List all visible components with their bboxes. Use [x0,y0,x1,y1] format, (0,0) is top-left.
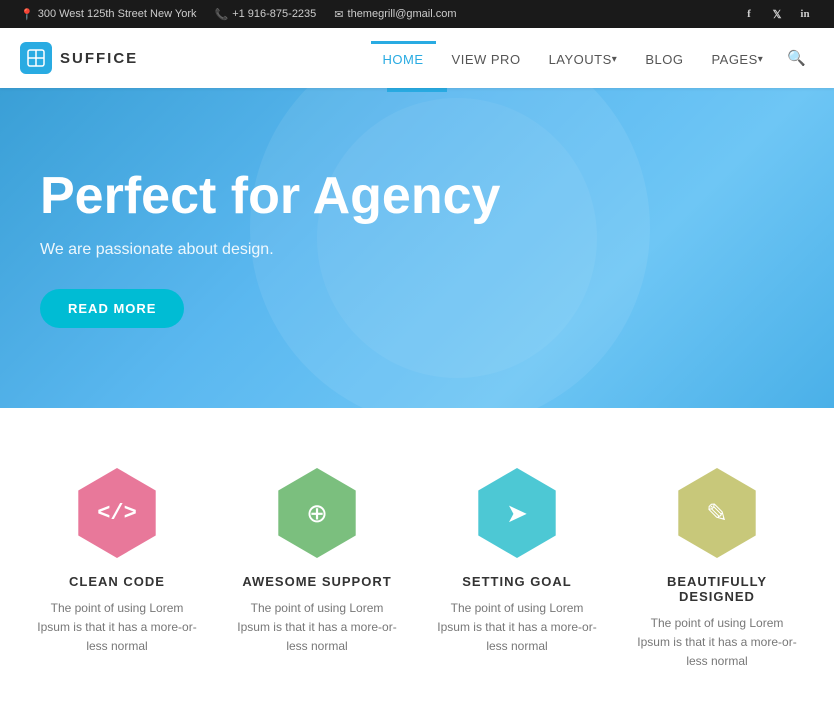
setting-goal-icon: ➤ [472,468,562,558]
setting-goal-hex: ➤ [472,468,562,558]
main-nav: HOME VIEW PRO LAYOUTS BLOG PAGES 🔍 [371,41,814,75]
address-item: 📍 300 West 125th Street New York [20,8,196,21]
email-icon: ✉ [334,8,343,21]
logo-svg [26,48,46,68]
clean-code-icon: </> [72,468,162,558]
phone-icon: 📞 [214,8,228,21]
logo[interactable]: SUFFICE [20,42,138,74]
hero-subtitle: We are passionate about design. [40,241,500,259]
location-icon: 📍 [20,8,34,21]
phone-item: 📞 +1 916-875-2235 [214,8,316,21]
linkedin-link[interactable]: in [796,5,814,23]
feature-awesome-support: ⊕ AWESOME SUPPORT The point of using Lor… [237,468,397,672]
address-text: 300 West 125th Street New York [38,8,197,20]
logo-icon [20,42,52,74]
header: SUFFICE HOME VIEW PRO LAYOUTS BLOG PAGES… [0,28,834,88]
awesome-support-title: AWESOME SUPPORT [242,574,391,589]
logo-text: SUFFICE [60,50,138,67]
feature-setting-goal: ➤ SETTING GOAL The point of using Lorem … [437,468,597,672]
nav-viewpro[interactable]: VIEW PRO [440,41,533,75]
email-item: ✉ themegrill@gmail.com [334,8,456,21]
twitter-link[interactable]: 𝕏 [768,5,786,23]
phone-text: +1 916-875-2235 [232,8,316,20]
clean-code-desc: The point of using Lorem Ipsum is that i… [37,599,197,657]
setting-goal-title: SETTING GOAL [462,574,572,589]
hero-tab-indicator [387,88,447,92]
hero-title: Perfect for Agency [40,168,500,225]
beautifully-designed-hex: ✎ [672,468,762,558]
hero-content: Perfect for Agency We are passionate abo… [40,168,500,328]
nav-pages[interactable]: PAGES [699,41,775,75]
social-links: f 𝕏 in [740,5,814,23]
awesome-support-desc: The point of using Lorem Ipsum is that i… [237,599,397,657]
setting-goal-desc: The point of using Lorem Ipsum is that i… [437,599,597,657]
email-text: themegrill@gmail.com [348,8,457,20]
nav-layouts[interactable]: LAYOUTS [537,41,630,75]
awesome-support-icon: ⊕ [272,468,362,558]
top-bar: 📍 300 West 125th Street New York 📞 +1 91… [0,0,834,28]
nav-blog[interactable]: BLOG [633,41,695,75]
feature-beautifully-designed: ✎ BEAUTIFULLY DESIGNED The point of usin… [637,468,797,672]
beautifully-designed-desc: The point of using Lorem Ipsum is that i… [637,614,797,672]
beautifully-designed-icon: ✎ [672,468,762,558]
hero-section: Perfect for Agency We are passionate abo… [0,88,834,408]
facebook-link[interactable]: f [740,5,758,23]
beautifully-designed-title: BEAUTIFULLY DESIGNED [637,574,797,604]
feature-clean-code: </> CLEAN CODE The point of using Lorem … [37,468,197,672]
clean-code-hex: </> [72,468,162,558]
nav-home[interactable]: HOME [371,41,436,75]
features-section: </> CLEAN CODE The point of using Lorem … [0,408,834,712]
awesome-support-hex: ⊕ [272,468,362,558]
clean-code-title: CLEAN CODE [69,574,165,589]
read-more-button[interactable]: READ MORE [40,289,184,328]
search-button[interactable]: 🔍 [779,41,814,75]
top-bar-contact: 📍 300 West 125th Street New York 📞 +1 91… [20,8,457,21]
